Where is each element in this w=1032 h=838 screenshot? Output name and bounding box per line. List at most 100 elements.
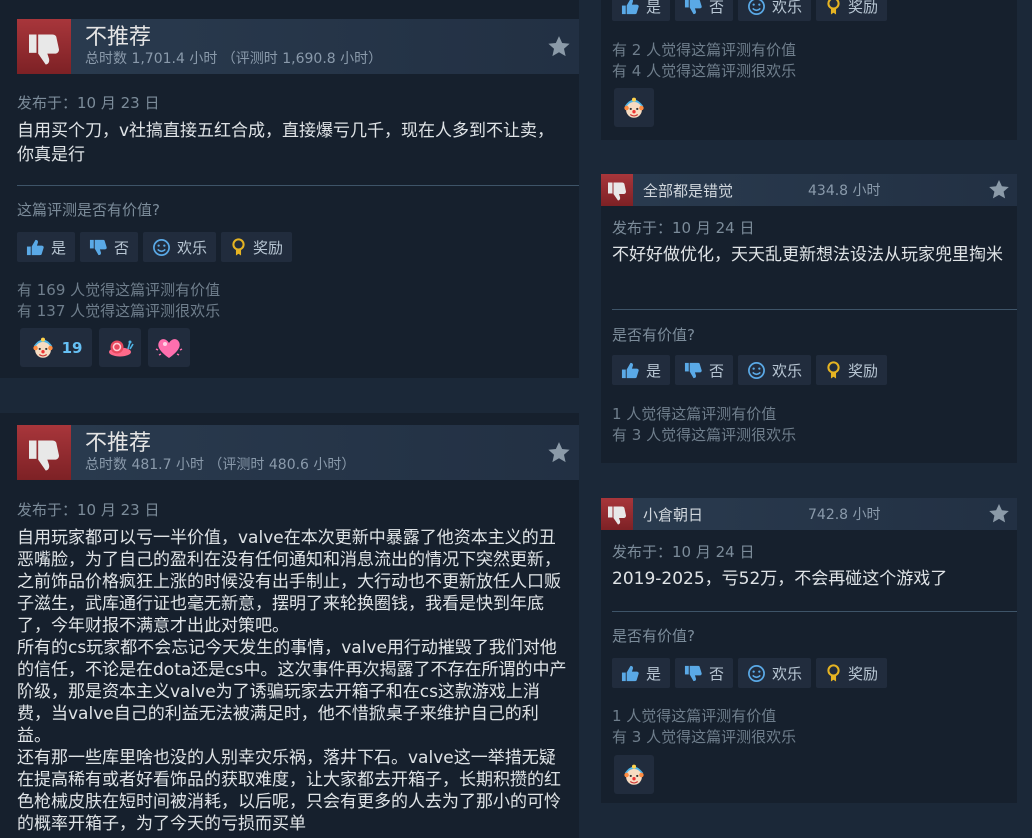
review-header: 小倉朝日 742.8 小时	[601, 498, 1017, 530]
award-snail[interactable]	[99, 328, 141, 367]
vote-yes-button[interactable]: 是	[612, 355, 671, 385]
funny-count: 有 4 人觉得这篇评测很欢乐	[612, 62, 797, 80]
thumbs-down-icon	[684, 664, 703, 683]
vote-funny-label: 欢乐	[772, 0, 803, 16]
award-icon	[825, 360, 842, 380]
award-label: 奖励	[848, 664, 879, 683]
vote-funny-button[interactable]: 欢乐	[738, 658, 812, 688]
smile-icon	[747, 361, 766, 380]
thumbs-down-icon	[17, 425, 71, 480]
vote-funny-label: 欢乐	[772, 664, 803, 683]
vote-funny-button[interactable]: 欢乐	[143, 232, 217, 262]
star-icon[interactable]	[987, 178, 1011, 202]
helpful-count: 有 169 人觉得这篇评测有价值	[17, 281, 221, 299]
posted-date: 发布于：10 月 24 日	[612, 543, 755, 561]
smile-icon	[747, 0, 766, 16]
vote-yes-button[interactable]: 是	[612, 0, 671, 21]
vote-funny-button[interactable]: 欢乐	[738, 355, 812, 385]
vote-buttons: 是 否 欢乐 奖励	[612, 355, 888, 385]
thumbs-down-icon	[684, 0, 703, 16]
review-header: 全部都是错觉 434.8 小时	[601, 174, 1017, 206]
review-verdict: 不推荐	[85, 24, 152, 50]
vote-yes-label: 是	[646, 664, 662, 683]
review-header: 不推荐 总时数 481.7 小时 （评测时 480.6 小时）	[17, 425, 579, 480]
award-label: 奖励	[253, 238, 284, 257]
helpful-count: 1 人觉得这篇评测有价值	[612, 405, 777, 423]
vote-funny-label: 欢乐	[177, 238, 208, 257]
vote-no-label: 否	[709, 664, 725, 683]
thumbs-down-icon	[601, 498, 633, 530]
review-card-4: 全部都是错觉 434.8 小时 发布于：10 月 24 日 不好好做优化，天天乱…	[601, 174, 1017, 463]
funny-count: 有 137 人觉得这篇评测很欢乐	[17, 302, 221, 320]
thumbs-down-icon	[89, 238, 108, 257]
thumbs-up-icon	[621, 361, 640, 380]
vote-no-button[interactable]: 否	[675, 0, 734, 21]
award-count: 19	[61, 338, 83, 357]
divider	[612, 309, 1017, 310]
award-icon	[230, 237, 247, 257]
thumbs-down-icon	[601, 174, 633, 206]
thumbs-down-icon	[684, 361, 703, 380]
review-text: 2019-2025，亏52万，不会再碰这个游戏了	[612, 569, 948, 589]
reviewer-name[interactable]: 全部都是错觉	[643, 180, 808, 201]
smile-icon	[152, 238, 171, 257]
vote-yes-label: 是	[646, 361, 662, 380]
divider	[17, 185, 579, 186]
heart-icon	[155, 334, 183, 362]
vote-no-button[interactable]: 否	[675, 658, 734, 688]
vote-buttons: 是 否 欢乐 奖励	[612, 658, 888, 688]
vote-stats: 有 2 人觉得这篇评测有价值 有 4 人觉得这篇评测很欢乐	[612, 40, 796, 82]
award-clown[interactable]: 19	[20, 328, 92, 367]
thumbs-down-icon	[17, 19, 71, 74]
vote-stats: 1 人觉得这篇评测有价值 有 3 人觉得这篇评测很欢乐	[612, 706, 796, 748]
award-button[interactable]: 奖励	[816, 355, 888, 385]
awards-row	[614, 88, 654, 127]
awards-row	[614, 755, 654, 794]
star-icon[interactable]	[546, 34, 572, 60]
vote-yes-label: 是	[646, 0, 662, 16]
vote-no-label: 否	[709, 361, 725, 380]
award-heart[interactable]	[148, 328, 190, 367]
vote-stats: 1 人觉得这篇评测有价值 有 3 人觉得这篇评测很欢乐	[612, 404, 796, 446]
playtime-hours: 434.8 小时	[808, 183, 881, 199]
review-card-5: 小倉朝日 742.8 小时 发布于：10 月 24 日 2019-2025，亏5…	[601, 498, 1017, 803]
vote-buttons: 是 否 欢乐 奖励	[612, 0, 888, 21]
helpful-question: 是否有价值?	[612, 627, 695, 645]
playtime-hours: 742.8 小时	[808, 507, 881, 523]
divider	[612, 611, 1017, 612]
star-icon[interactable]	[987, 502, 1011, 526]
review-verdict: 不推荐	[85, 430, 152, 456]
clown-face-icon	[621, 762, 647, 788]
review-card-3: 是 否 欢乐 奖励 有 2 人觉得这篇评测有价值 有 4 人觉得这篇评测很欢乐	[601, 0, 1017, 140]
award-label: 奖励	[848, 361, 879, 380]
vote-funny-label: 欢乐	[772, 361, 803, 380]
helpful-count: 有 2 人觉得这篇评测有价值	[612, 41, 797, 59]
clown-face-icon	[621, 95, 647, 121]
star-icon[interactable]	[546, 440, 572, 466]
award-label: 奖励	[848, 0, 879, 16]
funny-count: 有 3 人觉得这篇评测很欢乐	[612, 426, 797, 444]
vote-stats: 有 169 人觉得这篇评测有价值 有 137 人觉得这篇评测很欢乐	[17, 280, 220, 322]
award-button[interactable]: 奖励	[816, 658, 888, 688]
vote-yes-label: 是	[51, 238, 67, 257]
review-text: 自用玩家都可以亏一半价值，valve在本次更新中暴露了他资本主义的丑恶嘴脸，为了…	[17, 528, 567, 834]
award-icon	[825, 0, 842, 16]
award-clown[interactable]	[614, 755, 654, 794]
review-card-2: 不推荐 总时数 481.7 小时 （评测时 480.6 小时） 发布于：10 月…	[0, 413, 579, 838]
playtime-hours: 总时数 1,701.4 小时 （评测时 1,690.8 小时）	[85, 51, 383, 68]
vote-yes-button[interactable]: 是	[17, 232, 76, 262]
vote-funny-button[interactable]: 欢乐	[738, 0, 812, 21]
award-button[interactable]: 奖励	[221, 232, 293, 262]
vote-no-button[interactable]: 否	[80, 232, 139, 262]
vote-yes-button[interactable]: 是	[612, 658, 671, 688]
reviewer-name[interactable]: 小倉朝日	[643, 504, 808, 525]
clown-face-icon	[30, 335, 56, 361]
award-button[interactable]: 奖励	[816, 0, 888, 21]
vote-no-label: 否	[114, 238, 130, 257]
awards-row: 19	[20, 328, 190, 367]
vote-no-label: 否	[709, 0, 725, 16]
review-card-1: 不推荐 总时数 1,701.4 小时 （评测时 1,690.8 小时） 发布于：…	[0, 0, 579, 378]
posted-date: 发布于：10 月 24 日	[612, 219, 755, 237]
vote-no-button[interactable]: 否	[675, 355, 734, 385]
award-clown[interactable]	[614, 88, 654, 127]
